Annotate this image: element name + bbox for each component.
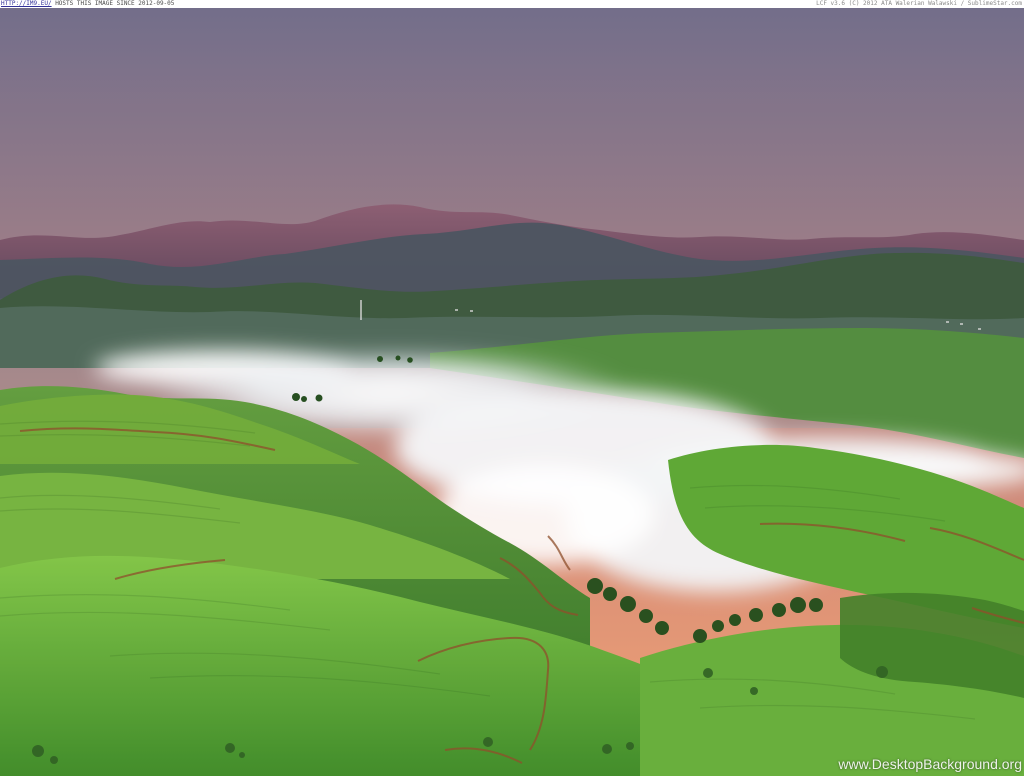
atmospheric-overlay xyxy=(0,8,1024,776)
image-host-banner: HTTP://IM9.EU/ HOSTS THIS IMAGE SINCE 20… xyxy=(0,0,1024,8)
landscape-photo xyxy=(0,8,1024,776)
host-notice: HTTP://IM9.EU/ HOSTS THIS IMAGE SINCE 20… xyxy=(1,0,174,8)
host-since-text: HOSTS THIS IMAGE SINCE 2012-09-05 xyxy=(51,0,175,7)
host-link[interactable]: HTTP://IM9.EU/ xyxy=(1,0,52,7)
copyright-text: LCF v3.6 (C) 2012 ATA Walerian Walawski … xyxy=(816,0,1022,7)
wallpaper-page: HTTP://IM9.EU/ HOSTS THIS IMAGE SINCE 20… xyxy=(0,0,1024,776)
watermark-text: www.DesktopBackground.org xyxy=(838,756,1022,772)
scenic-valley-image xyxy=(0,8,1024,776)
